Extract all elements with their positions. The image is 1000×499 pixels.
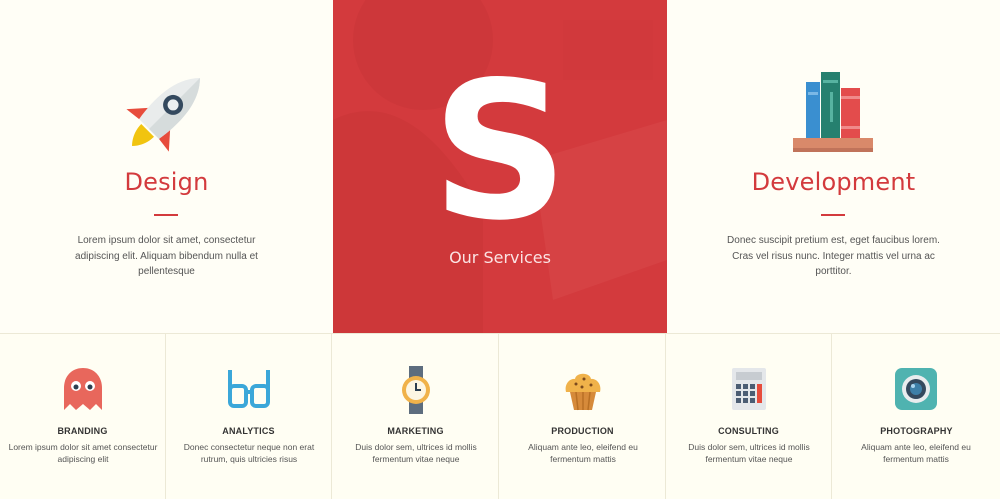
camera-icon: [891, 366, 941, 414]
feature-title: Development: [751, 168, 916, 196]
feature-title: Design: [124, 168, 209, 196]
feature-description: Donec suscipit pretium est, eget faucibu…: [727, 235, 940, 277]
watch-icon: [391, 366, 441, 414]
services-letter: S: [431, 41, 569, 262]
service-title: PRODUCTION: [551, 426, 614, 436]
service-description: Duis dolor sem, ultrices id mollis ferme…: [355, 442, 477, 464]
service-branding[interactable]: BRANDING Lorem ipsum dolor sit amet cons…: [0, 334, 166, 499]
service-title: CONSULTING: [718, 426, 779, 436]
service-title: MARKETING: [387, 426, 444, 436]
title-divider: [154, 214, 178, 216]
our-services-panel[interactable]: S Our Services: [333, 0, 667, 333]
service-marketing[interactable]: MARKETING Duis dolor sem, ultrices id mo…: [333, 334, 499, 499]
services-label[interactable]: Our Services: [333, 248, 667, 267]
ghost-icon: [58, 366, 108, 414]
service-title: BRANDING: [57, 426, 108, 436]
service-description: Donec consectetur neque non erat rutrum,…: [183, 442, 315, 464]
feature-development: Development Donec suscipit pretium est, …: [667, 0, 1000, 333]
muffin-icon: [558, 366, 608, 414]
service-analytics[interactable]: ANALYTICS Donec consectetur neque non er…: [166, 334, 332, 499]
features-row: Design Lorem ipsum dolor sit amet, conse…: [0, 0, 1000, 333]
books-icon: [667, 62, 1000, 162]
service-production[interactable]: PRODUCTION Aliquam ante leo, eleifend eu…: [500, 334, 666, 499]
service-title: PHOTOGRAPHY: [880, 426, 953, 436]
glasses-icon: [224, 366, 274, 414]
feature-description: Lorem ipsum dolor sit amet, consectetur …: [75, 235, 258, 277]
feature-design: Design Lorem ipsum dolor sit amet, conse…: [0, 0, 333, 333]
services-grid: BRANDING Lorem ipsum dolor sit amet cons…: [0, 333, 1000, 499]
calculator-icon: [724, 366, 774, 414]
service-consulting[interactable]: CONSULTING Duis dolor sem, ultrices id m…: [666, 334, 832, 499]
service-title: ANALYTICS: [222, 426, 275, 436]
service-description: Lorem ipsum dolor sit amet consectetur a…: [8, 442, 158, 464]
title-divider: [821, 214, 845, 216]
service-description: Aliquam ante leo, eleifend eu fermentum …: [528, 442, 638, 464]
service-photography[interactable]: PHOTOGRAPHY Aliquam ante leo, eleifend e…: [833, 334, 1000, 499]
rocket-icon: [0, 62, 333, 162]
service-description: Aliquam ante leo, eleifend eu fermentum …: [861, 442, 971, 464]
service-description: Duis dolor sem, ultrices id mollis ferme…: [688, 442, 810, 464]
services-page: Design Lorem ipsum dolor sit amet, conse…: [0, 0, 1000, 499]
